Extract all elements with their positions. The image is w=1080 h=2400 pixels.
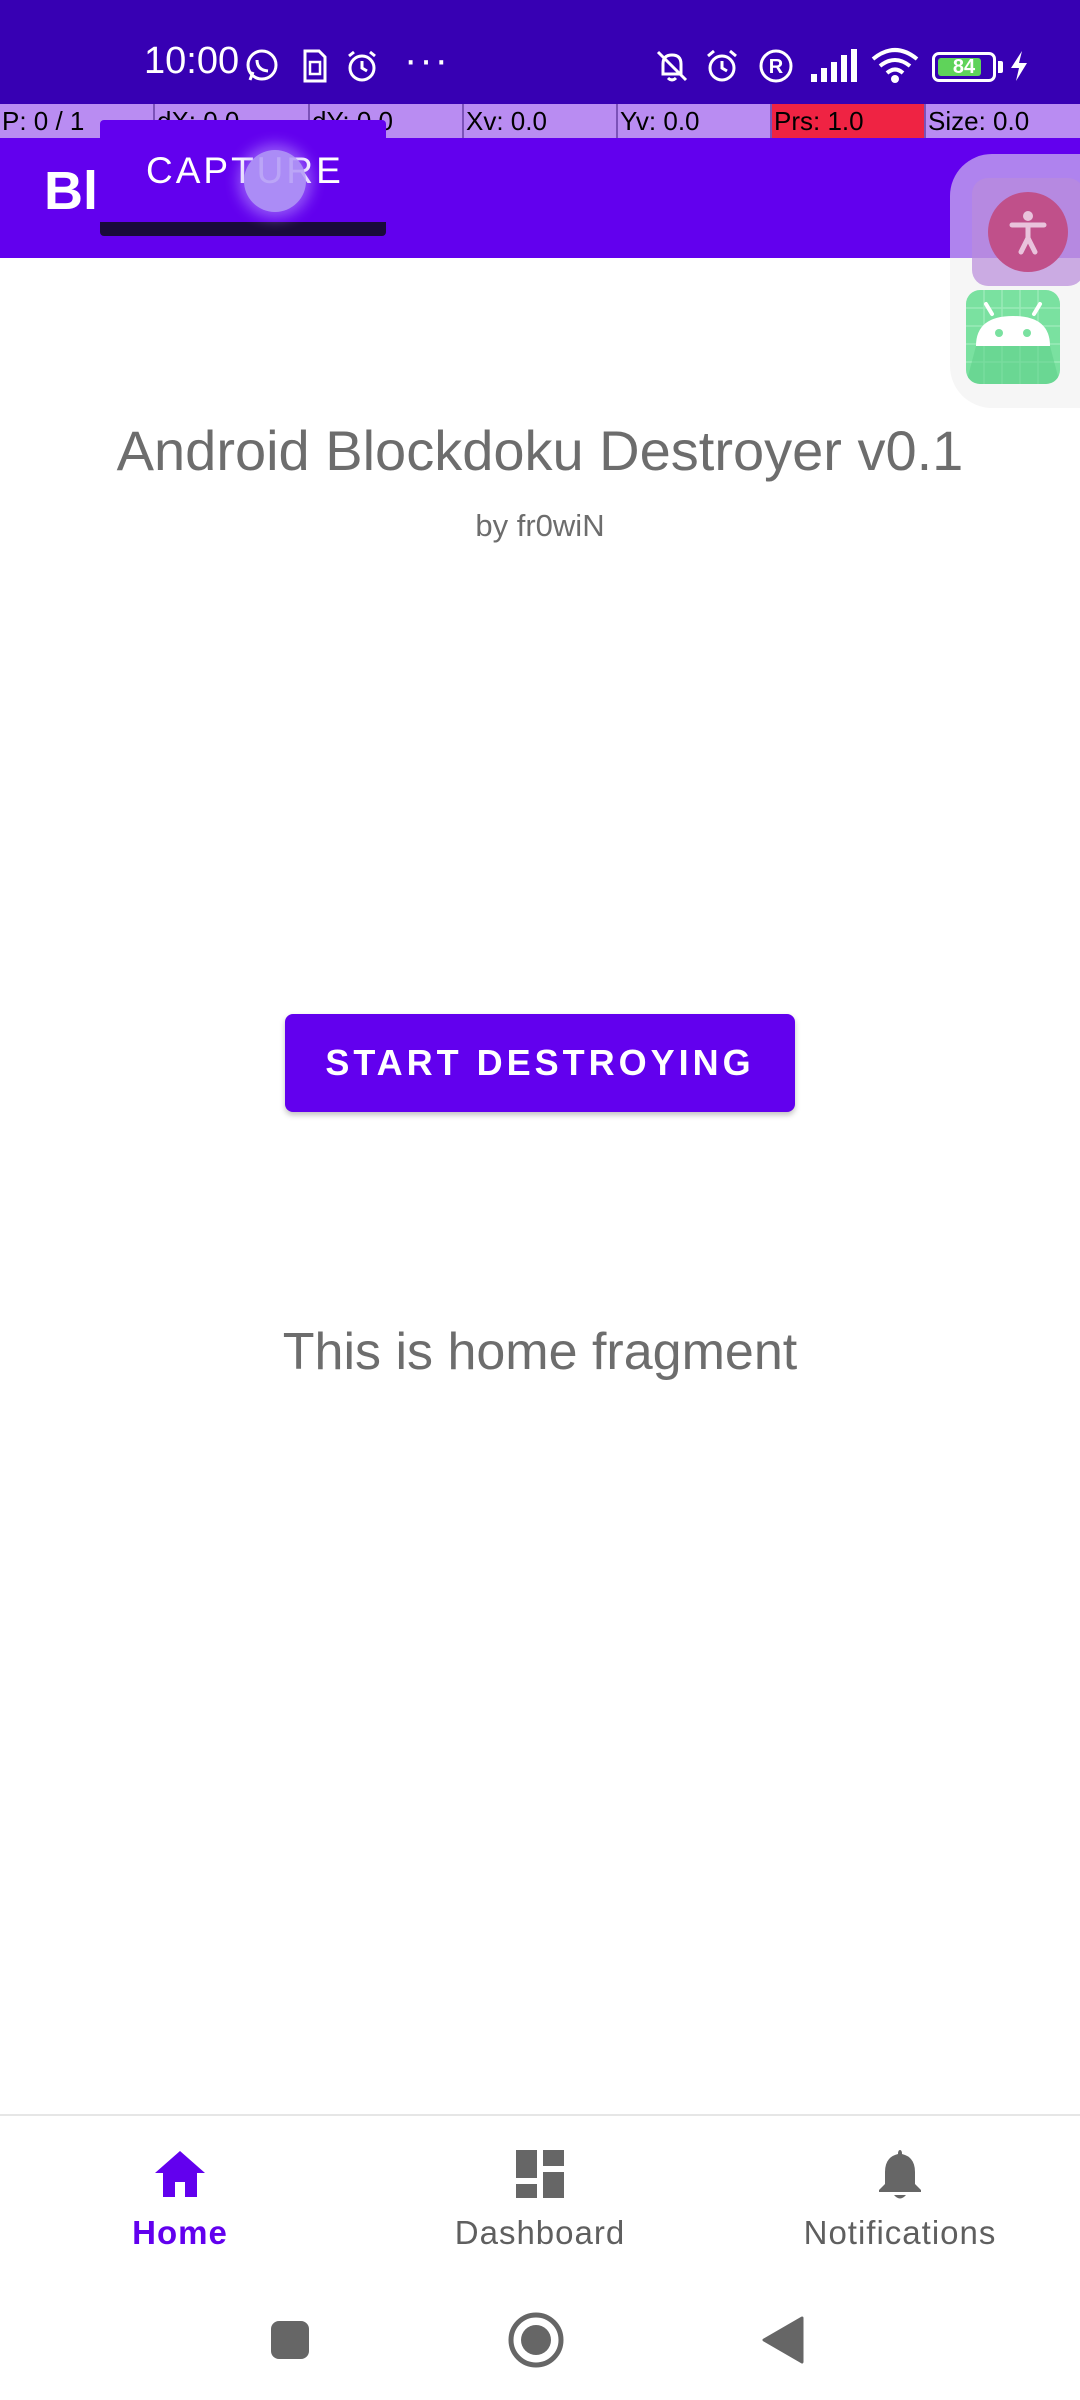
capture-button[interactable]: CAPTURE xyxy=(100,120,386,236)
nav-label-notifications: Notifications xyxy=(803,2214,997,2251)
dashboard-icon xyxy=(510,2144,570,2204)
app-title: Bl xyxy=(44,161,98,221)
nav-item-dashboard[interactable]: Dashboard xyxy=(360,2116,720,2282)
alarm-clock-icon xyxy=(342,46,382,86)
battery-icon: 84 xyxy=(932,52,996,82)
more-icon: ··· xyxy=(404,38,450,82)
nav-label-home: Home xyxy=(132,2214,228,2251)
pointer-yv: Yv: 0.0 xyxy=(616,104,770,138)
bottom-navigation: Home Dashboard Notifications xyxy=(0,2114,1080,2282)
pointer-size: Size: 0.0 xyxy=(924,104,1080,138)
accessibility-icon xyxy=(988,192,1068,272)
nav-item-home[interactable]: Home xyxy=(0,2116,360,2282)
home-fragment-text: This is home fragment xyxy=(282,1323,798,1381)
nav-item-notifications[interactable]: Notifications xyxy=(720,2116,1080,2282)
system-navigation-bar xyxy=(0,2282,1080,2400)
whatsapp-icon xyxy=(242,46,282,86)
back-icon[interactable] xyxy=(744,2302,820,2378)
home-icon xyxy=(150,2144,210,2204)
status-time: 10:00 xyxy=(144,40,240,82)
signal-icon xyxy=(808,46,860,86)
svg-text:R: R xyxy=(769,56,784,78)
page-subtitle: by fr0wiN xyxy=(475,508,605,543)
touch-indicator xyxy=(244,150,306,212)
recents-icon[interactable] xyxy=(252,2302,328,2378)
wifi-icon xyxy=(870,46,920,86)
start-destroying-button[interactable]: START DESTROYING xyxy=(285,1014,795,1112)
charging-icon xyxy=(1004,46,1034,86)
battery-level: 84 xyxy=(952,56,976,78)
android-icon xyxy=(966,290,1060,384)
home-circle-icon[interactable] xyxy=(498,2302,574,2378)
page-title: Android Blockdoku Destroyer v0.1 xyxy=(116,419,964,482)
notifications-icon xyxy=(870,2144,930,2204)
start-destroying-label: START DESTROYING xyxy=(325,1042,755,1083)
pointer-xv: Xv: 0.0 xyxy=(462,104,616,138)
bell-off-icon xyxy=(652,46,692,86)
alarm-icon xyxy=(702,46,742,86)
accessibility-button[interactable] xyxy=(972,178,1080,286)
status-bar: 10:00 ··· R 84 xyxy=(0,0,1080,104)
registered-icon: R xyxy=(756,46,796,86)
android-button[interactable] xyxy=(966,290,1060,384)
nav-label-dashboard: Dashboard xyxy=(454,2214,626,2251)
battery-tip xyxy=(998,61,1003,73)
pointer-pressure: Prs: 1.0 xyxy=(770,104,924,138)
sim-icon xyxy=(294,46,334,86)
